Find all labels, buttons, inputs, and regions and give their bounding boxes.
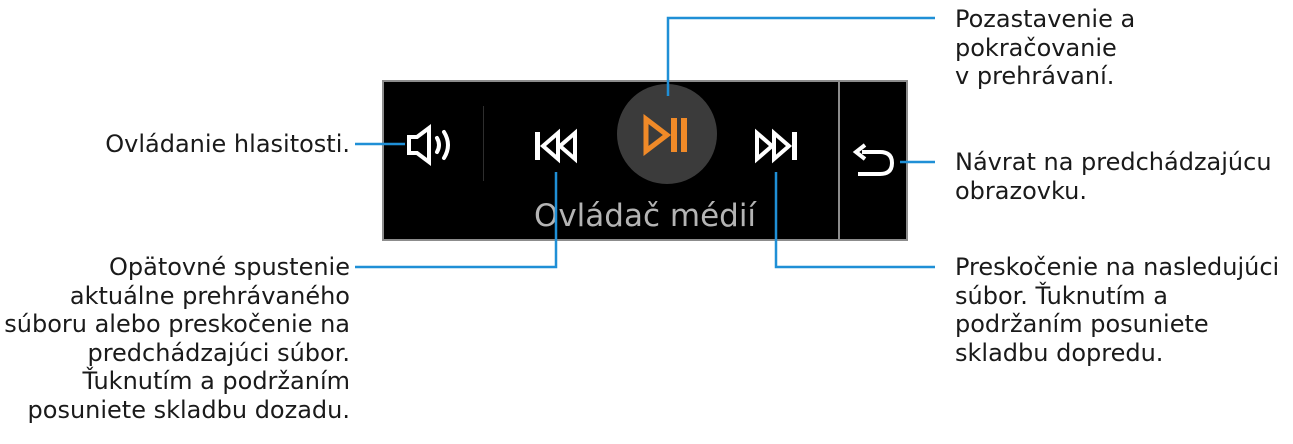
callout-back: Návrat na predchádzajúcu obrazovku.	[955, 148, 1272, 205]
callout-line-next	[774, 172, 935, 269]
callout-line-play-pause	[666, 16, 935, 96]
callout-play-pause: Pozastavenie a pokračovanie v prehrávaní…	[955, 5, 1136, 90]
callout-next: Preskočenie na nasledujúci súbor. Ťuknut…	[955, 253, 1280, 367]
callout-volume: Ovládanie hlasitosti.	[105, 130, 350, 158]
callout-previous: Opätovné spustenie aktuálne prehrávaného…	[4, 253, 350, 424]
callout-line-previous	[355, 172, 558, 269]
media-controller-diagram: Ovládač médií Pozastavenie a pokračovani…	[0, 0, 1293, 444]
